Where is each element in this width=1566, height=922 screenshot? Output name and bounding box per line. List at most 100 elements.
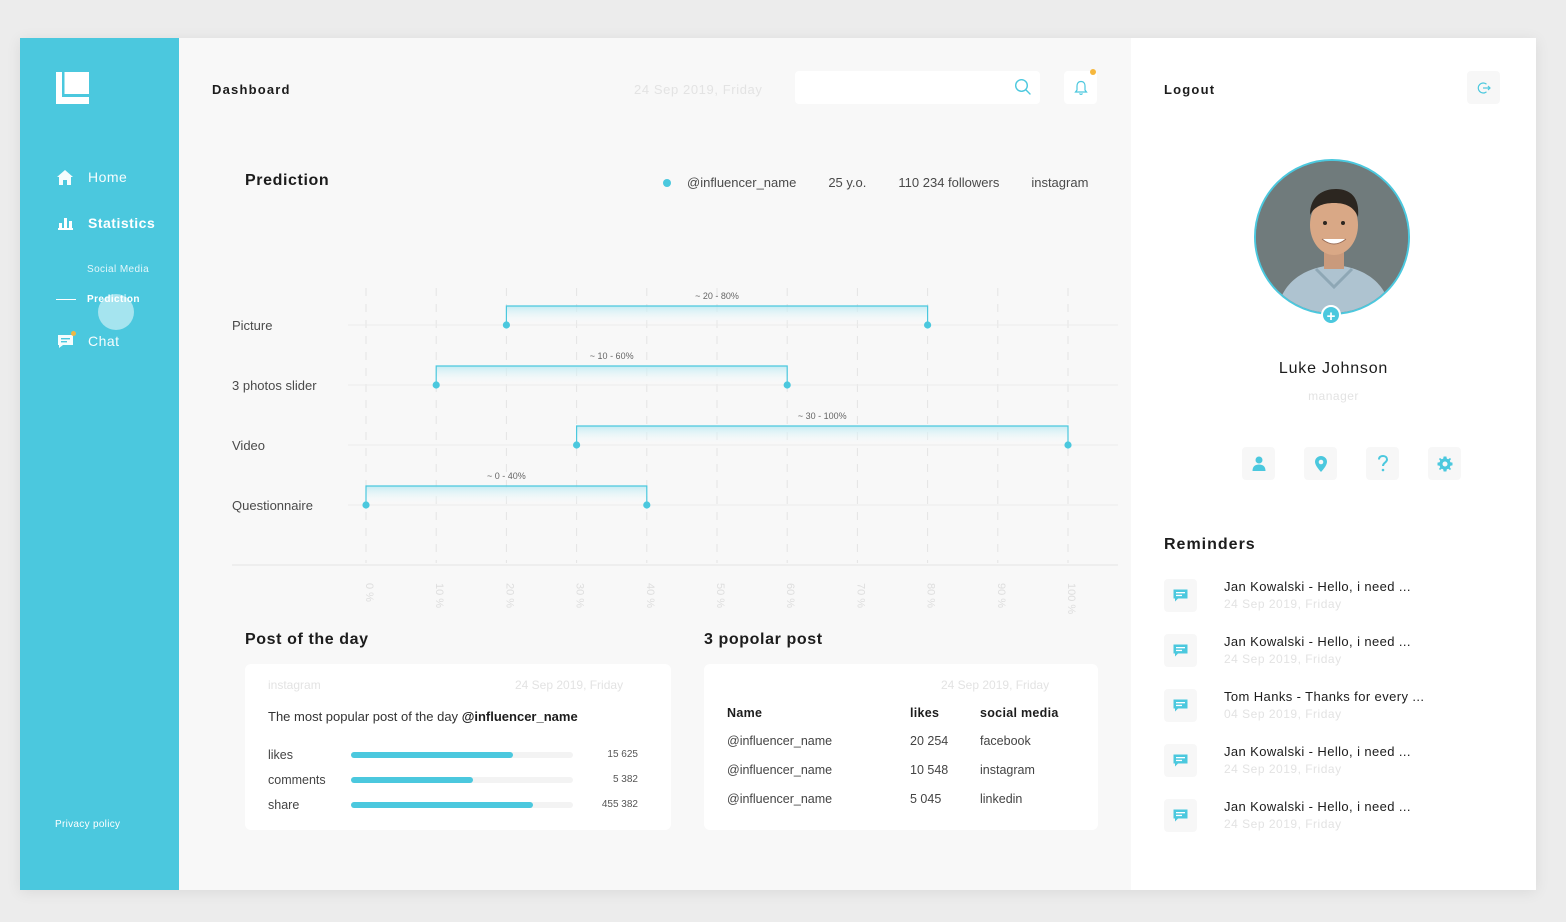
search-input[interactable] [795,71,1040,104]
x-tick-label: 10 % [433,583,445,608]
cell-name: @influencer_name [727,792,833,806]
reminder-date: 24 Sep 2019, Friday [1224,652,1342,666]
stat-label: likes [268,748,294,762]
stat-progress-fill [351,777,474,783]
add-photo-button[interactable]: + [1321,305,1341,325]
stat-row: comments 5 382 [268,773,648,787]
col-header-social[interactable]: social media [980,704,1080,728]
category-label: 3 photos slider [232,378,317,393]
range-endpoint[interactable] [362,501,370,509]
category-label: Questionnaire [232,498,313,513]
message-icon [1164,634,1197,667]
popular-posts-card: 24 Sep 2019, Friday Name likes social me… [704,664,1098,830]
reminder-item[interactable]: Tom Hanks - Thanks for every ... 04 Sep 2… [1164,689,1504,729]
message-icon [1164,799,1197,832]
cell-name: @influencer_name [727,734,833,748]
reminder-item[interactable]: Jan Kowalski - Hello, i need ... 24 Sep 2… [1164,579,1504,619]
range-endpoint[interactable] [1064,441,1072,449]
x-tick-label: 40 % [644,583,656,608]
user-name: Luke Johnson [1278,360,1389,377]
reminder-item[interactable]: Jan Kowalski - Hello, i need ... 24 Sep 2… [1164,744,1504,784]
post-of-day-card[interactable]: instagram 24 Sep 2019, Friday The most p… [245,664,671,830]
question-mark-icon [1377,455,1388,472]
x-tick-label: 70 % [854,583,866,608]
profile-panel: Logout + Luke Johnson manager Reminders … [1131,38,1536,890]
x-tick-label: 60 % [784,583,796,608]
post-date: 24 Sep 2019, Friday [515,678,624,692]
reminder-item[interactable]: Jan Kowalski - Hello, i need ... 24 Sep 2… [1164,799,1504,839]
nav-prediction[interactable]: Prediction [87,294,140,305]
table-row[interactable]: @influencer_name 20 254 facebook [727,728,1080,757]
range-endpoint[interactable] [432,381,440,389]
privacy-policy-link[interactable]: Privacy policy [55,819,120,830]
logout-button[interactable] [1467,71,1500,104]
range-band[interactable] [506,306,928,325]
range-label: ~ 10 - 60% [590,351,634,361]
influencer-meta: @influencer_name 25 y.o. 110 234 followe… [663,175,1088,190]
logout-label[interactable]: Logout [1164,82,1215,97]
nav-chat-label: Chat [88,333,120,349]
post-description-handle[interactable]: @influencer_name [462,709,578,724]
range-endpoint[interactable] [643,501,651,509]
help-button[interactable] [1366,447,1399,480]
cell-social: instagram [980,763,1035,777]
influencer-status-dot [663,178,671,187]
table-header-row: Name likes social media [727,704,1080,728]
stat-progress-track [351,752,573,758]
post-source: instagram [268,678,321,692]
post-of-day-title: Post of the day [245,631,369,648]
profile-button[interactable] [1242,447,1275,480]
range-band[interactable] [576,426,1068,445]
stat-progress-track [351,777,573,783]
table-row[interactable]: @influencer_name 5 045 linkedin [727,786,1080,815]
influencer-platform: instagram [1031,175,1089,190]
range-band[interactable] [436,366,788,385]
location-button[interactable] [1304,447,1337,480]
stat-value: 5 382 [612,774,638,785]
range-endpoint[interactable] [573,441,581,449]
stat-progress-fill [351,752,514,758]
settings-button[interactable] [1428,447,1461,480]
stat-progress-track [351,802,573,808]
search-icon[interactable] [1014,78,1032,96]
location-pin-icon [1314,455,1327,472]
header-date: 24 Sep 2019, Friday [634,82,763,97]
avatar[interactable] [1254,159,1410,315]
x-tick-label: 50 % [714,583,726,608]
bell-icon [1073,80,1088,95]
range-endpoint[interactable] [924,321,932,329]
bar-chart-icon [56,214,74,232]
app-logo [56,72,89,104]
range-endpoint[interactable] [502,321,510,329]
avatar-photo [1256,161,1408,313]
active-indicator [56,299,76,300]
cell-likes: 20 254 [910,734,949,748]
nav-statistics[interactable]: Statistics [56,214,155,232]
reminder-text: Jan Kowalski - Hello, i need ... [1224,634,1411,649]
range-label: ~ 0 - 40% [487,471,526,481]
col-header-name[interactable]: Name [727,704,910,728]
range-endpoint[interactable] [783,381,791,389]
nav-home-label: Home [88,169,128,185]
cell-social: linkedin [980,792,1023,806]
table-row[interactable]: @influencer_name 10 548 instagram [727,757,1080,786]
popular-posts-table: Name likes social media @influencer_name… [727,704,1080,815]
notifications-button[interactable] [1064,71,1097,104]
reminder-item[interactable]: Jan Kowalski - Hello, i need ... 24 Sep 2… [1164,634,1504,674]
page-title: Dashboard [212,82,291,97]
nav-home[interactable]: Home [56,168,127,186]
nav-social-media[interactable]: Social Media [87,264,149,275]
popular-date: 24 Sep 2019, Friday [941,678,1050,692]
reminder-text: Tom Hanks - Thanks for every ... [1224,689,1425,704]
influencer-handle: @influencer_name [687,175,797,190]
influencer-followers: 110 234 followers [898,175,1000,190]
col-header-likes[interactable]: likes [910,704,980,728]
app-window: Home Statistics Social Media Prediction … [20,38,1536,890]
post-description: The most popular post of the day @influe… [268,709,578,724]
nav-chat[interactable]: Chat [56,331,120,350]
popular-posts-title: 3 popolar post [704,631,823,648]
reminder-text: Jan Kowalski - Hello, i need ... [1224,799,1411,814]
range-band[interactable] [366,486,647,505]
sidebar: Home Statistics Social Media Prediction … [20,38,179,890]
x-tick-label: 20 % [503,583,515,608]
